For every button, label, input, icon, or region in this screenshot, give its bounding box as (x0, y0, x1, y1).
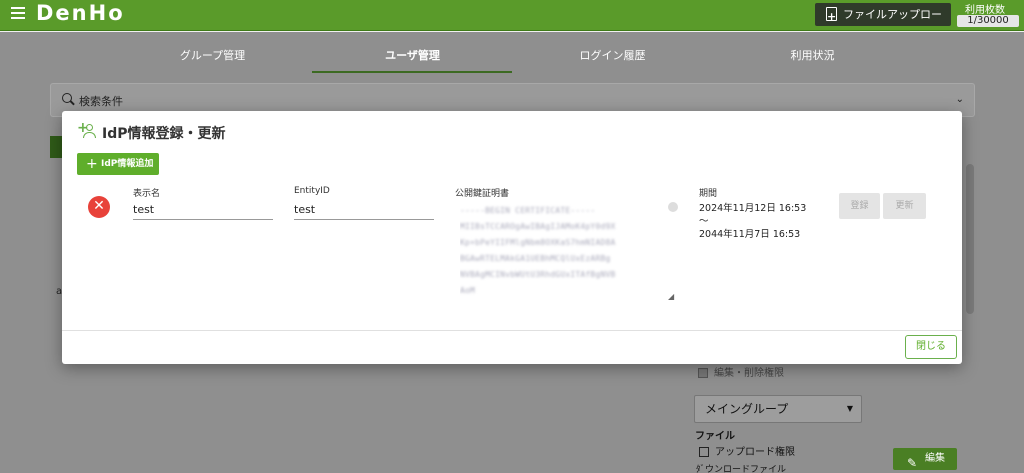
chevron-down-icon: ⌄ (955, 94, 964, 105)
bg-action-button[interactable] (50, 136, 62, 158)
period-label: 期間 (699, 189, 718, 199)
idp-registration-dialog: + IdP情報登録・更新 + IdP情報追加 ✕ 表示名 test Entity… (62, 111, 962, 364)
main-group-select[interactable]: メイングループ ▼ (694, 395, 862, 423)
search-icon (62, 93, 72, 103)
period-end: 2044年11月7日 16:53 (699, 229, 801, 240)
plus-icon: + (86, 156, 98, 172)
top-app-bar: DenHo ファイルアップロード 利用枚数 1/30000 (0, 0, 1024, 44)
cert-line: AoM (460, 286, 476, 295)
add-idp-label: IdP情報追加 (101, 159, 154, 169)
dropdown-arrow-icon: ▼ (846, 404, 853, 413)
upload-permission-label: アップロード権限 (715, 447, 795, 458)
scrollbar[interactable] (966, 164, 974, 314)
usage-label: 利用枚数 (965, 5, 1005, 16)
register-button[interactable]: 登録 (839, 193, 880, 219)
tab-usage-status[interactable]: 利用状況 (760, 47, 865, 63)
display-name-input[interactable]: test (133, 203, 273, 220)
tab-user-management[interactable]: ユーザ管理 (360, 47, 465, 63)
period-separator: ～ (699, 216, 709, 227)
dialog-divider (62, 330, 962, 331)
pencil-icon: ✎ (907, 456, 918, 470)
usage-count: 1/30000 (957, 15, 1019, 27)
textarea-scrollbar[interactable] (668, 202, 678, 212)
tab-group-management[interactable]: グループ管理 (160, 47, 265, 63)
search-conditions-label: 検索条件 (79, 95, 123, 108)
cert-line: -----BEGIN CERTIFICATE----- (460, 206, 596, 215)
cert-line: Kp+bPeYIIFMlgNbm8OXKaS7hmNIAD8A (460, 238, 616, 247)
cert-line: BGAwRTELMAkGA1UEBhMCQlUxEzARBg (460, 254, 611, 263)
add-user-icon: + (77, 120, 97, 139)
file-upload-button[interactable]: ファイルアップロード (815, 3, 951, 44)
close-icon: ✕ (93, 198, 105, 214)
file-section-title: ファイル (695, 431, 735, 442)
close-dialog-button[interactable]: 閉じる (905, 335, 957, 359)
edit-button-label: 編集 (925, 453, 945, 464)
display-name-label: 表示名 (133, 189, 161, 199)
app-logo[interactable]: DenHo (36, 1, 125, 25)
active-tab-indicator (312, 71, 512, 73)
edit-delete-permission-label: 編集・削除権限 (714, 368, 784, 379)
cert-line: NVBAgMCINvbWUtU3RhdGUxITAfBgNVB (460, 270, 616, 279)
period-start: 2024年11月12日 16:53 (699, 203, 807, 214)
certificate-textarea[interactable]: -----BEGIN CERTIFICATE----- MIIBsTCCAROg… (460, 203, 678, 303)
certificate-label: 公開鍵証明書 (455, 189, 510, 199)
entity-id-label: EntityID (294, 186, 330, 196)
resize-handle-icon[interactable]: ◢ (668, 292, 677, 301)
upload-permission-row[interactable]: アップロード権限 (699, 443, 795, 458)
entity-id-input[interactable]: test (294, 203, 434, 220)
dialog-title: IdP情報登録・更新 (102, 126, 226, 142)
edit-delete-permission-row[interactable]: 編集・削除権限 (698, 364, 784, 379)
cert-line: MIIBsTCCAROgAwIBAgIJAMoK4pY0d9X (460, 222, 616, 231)
update-button[interactable]: 更新 (883, 193, 926, 219)
add-idp-button[interactable]: + IdP情報追加 (77, 153, 159, 175)
tab-login-history[interactable]: ログイン履歴 (560, 47, 665, 63)
main-group-select-value: メイングループ (705, 402, 789, 416)
checkbox[interactable] (699, 447, 709, 457)
checkbox[interactable] (698, 368, 708, 378)
file-add-icon (826, 5, 837, 28)
hamburger-menu-icon[interactable] (11, 7, 25, 21)
download-file-label: ﾀﾞウンロードファイル (696, 465, 787, 473)
delete-entry-button[interactable]: ✕ (88, 196, 110, 218)
edit-button[interactable]: ✎ 編集 (893, 448, 957, 470)
